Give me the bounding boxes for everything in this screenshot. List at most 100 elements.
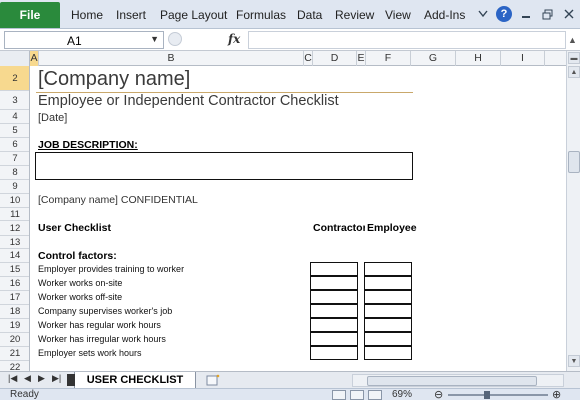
checklist-title-cell[interactable]: Employee or Independent Contractor Check… xyxy=(38,93,339,109)
row-header[interactable]: 20 xyxy=(0,333,29,347)
column-header-f[interactable]: F xyxy=(366,51,411,66)
tab-page-layout[interactable]: Page Layout xyxy=(160,2,227,28)
date-cell[interactable]: [Date] xyxy=(38,112,67,124)
contractor-check-cell[interactable] xyxy=(310,262,358,276)
insert-function-icon[interactable]: fx xyxy=(228,32,240,46)
employee-check-cell[interactable] xyxy=(364,262,412,276)
scroll-up-icon[interactable]: ▲ xyxy=(568,66,580,78)
company-name-cell[interactable]: [Company name] xyxy=(38,68,190,91)
sheet-tab-user-checklist[interactable]: USER CHECKLIST xyxy=(67,372,196,389)
row-header[interactable]: 3 xyxy=(0,91,29,110)
zoom-out-icon[interactable]: ⊖ xyxy=(434,388,443,400)
contractor-check-cell[interactable] xyxy=(310,304,358,318)
tab-formulas[interactable]: Formulas xyxy=(236,2,286,28)
row-header[interactable]: 12 xyxy=(0,221,29,236)
page-break-view-icon[interactable] xyxy=(368,390,382,400)
column-header-e[interactable]: E xyxy=(357,51,366,66)
last-sheet-icon[interactable]: ▶| xyxy=(52,373,61,384)
job-description-box[interactable] xyxy=(35,152,413,180)
tab-home[interactable]: Home xyxy=(71,2,103,28)
split-handle-icon[interactable]: ▬ xyxy=(568,52,580,64)
minimize-ribbon-icon[interactable] xyxy=(477,6,489,22)
name-box[interactable]: A1 ▼ xyxy=(4,31,164,49)
vertical-scrollbar[interactable]: ▬ ▲ ▼ xyxy=(566,51,580,371)
row-header[interactable]: 15 xyxy=(0,263,29,277)
column-header-b[interactable]: B xyxy=(39,51,304,66)
vertical-scroll-thumb[interactable] xyxy=(568,151,580,173)
minimize-window-icon[interactable] xyxy=(519,6,533,22)
row-header[interactable]: 14 xyxy=(0,249,29,263)
row-header[interactable]: 4 xyxy=(0,110,29,124)
tab-data[interactable]: Data xyxy=(297,2,322,28)
expand-formula-bar-icon[interactable]: ▲ xyxy=(568,35,577,45)
row-header[interactable]: 22 xyxy=(0,361,29,371)
row-header[interactable]: 7 xyxy=(0,152,29,166)
user-checklist-label[interactable]: User Checklist xyxy=(38,222,111,234)
horizontal-scroll-thumb[interactable] xyxy=(367,376,537,386)
employee-header-cell[interactable]: Employee xyxy=(367,222,417,234)
row-header[interactable]: 9 xyxy=(0,180,29,194)
checklist-item[interactable]: Company supervises worker's job xyxy=(38,306,172,316)
formula-input[interactable] xyxy=(248,31,566,49)
checklist-item[interactable]: Worker works off-site xyxy=(38,292,122,302)
row-header[interactable]: 13 xyxy=(0,236,29,249)
contractor-check-cell[interactable] xyxy=(310,318,358,332)
employee-check-cell[interactable] xyxy=(364,332,412,346)
tab-review[interactable]: Review xyxy=(335,2,374,28)
chevron-down-icon[interactable]: ▼ xyxy=(150,34,159,44)
control-factors-label[interactable]: Control factors: xyxy=(38,250,117,262)
checklist-item[interactable]: Worker works on-site xyxy=(38,278,122,288)
zoom-in-icon[interactable]: ⊕ xyxy=(552,388,561,400)
row-header[interactable]: 16 xyxy=(0,277,29,291)
column-header-g[interactable]: G xyxy=(411,51,456,66)
restore-window-icon[interactable] xyxy=(540,6,554,22)
checklist-item[interactable]: Worker has irregular work hours xyxy=(38,334,166,344)
employee-check-cell[interactable] xyxy=(364,276,412,290)
row-header[interactable]: 21 xyxy=(0,347,29,361)
zoom-slider[interactable] xyxy=(448,394,548,396)
file-tab[interactable]: File xyxy=(0,2,60,28)
row-header[interactable]: 11 xyxy=(0,208,29,221)
employee-check-cell[interactable] xyxy=(364,304,412,318)
column-header-d[interactable]: D xyxy=(313,51,357,66)
normal-view-icon[interactable] xyxy=(332,390,346,400)
contractor-check-cell[interactable] xyxy=(310,332,358,346)
zoom-level[interactable]: 69% xyxy=(392,389,412,400)
employee-check-cell[interactable] xyxy=(364,346,412,360)
contractor-check-cell[interactable] xyxy=(310,276,358,290)
contractor-header-cell[interactable]: Contractor xyxy=(313,222,365,234)
checklist-item[interactable]: Employer sets work hours xyxy=(38,348,142,358)
zoom-slider-knob[interactable] xyxy=(484,391,490,399)
row-header[interactable]: 8 xyxy=(0,166,29,180)
checklist-item[interactable]: Worker has regular work hours xyxy=(38,320,161,330)
employee-check-cell[interactable] xyxy=(364,318,412,332)
row-header[interactable]: 10 xyxy=(0,194,29,208)
column-header-h[interactable]: H xyxy=(456,51,501,66)
tab-insert[interactable]: Insert xyxy=(116,2,146,28)
contractor-check-cell[interactable] xyxy=(310,346,358,360)
worksheet-grid[interactable]: [Company name] Employee or Independent C… xyxy=(30,66,566,371)
row-header[interactable]: 18 xyxy=(0,305,29,319)
job-description-label[interactable]: JOB DESCRIPTION: xyxy=(38,139,138,151)
row-header[interactable]: 17 xyxy=(0,291,29,305)
employee-check-cell[interactable] xyxy=(364,290,412,304)
insert-sheet-icon[interactable] xyxy=(206,374,222,386)
close-workbook-icon[interactable] xyxy=(562,6,576,22)
contractor-check-cell[interactable] xyxy=(310,290,358,304)
column-header-c[interactable]: C xyxy=(304,51,313,66)
column-header-i[interactable]: I xyxy=(501,51,545,66)
row-header[interactable]: 5 xyxy=(0,124,29,138)
next-sheet-icon[interactable]: ▶ xyxy=(38,373,45,384)
select-all-corner[interactable] xyxy=(0,51,30,66)
tab-add-ins[interactable]: Add-Ins xyxy=(424,2,465,28)
scroll-down-icon[interactable]: ▼ xyxy=(568,355,580,367)
row-header[interactable]: 19 xyxy=(0,319,29,333)
page-layout-view-icon[interactable] xyxy=(350,390,364,400)
horizontal-scrollbar[interactable] xyxy=(352,374,564,387)
tab-view[interactable]: View xyxy=(385,2,411,28)
column-header-a[interactable]: A xyxy=(30,51,39,66)
row-header[interactable]: 2 xyxy=(0,66,29,91)
first-sheet-icon[interactable]: |◀ xyxy=(8,373,17,384)
checklist-item[interactable]: Employer provides training to worker xyxy=(38,264,184,274)
row-header[interactable]: 6 xyxy=(0,138,29,152)
